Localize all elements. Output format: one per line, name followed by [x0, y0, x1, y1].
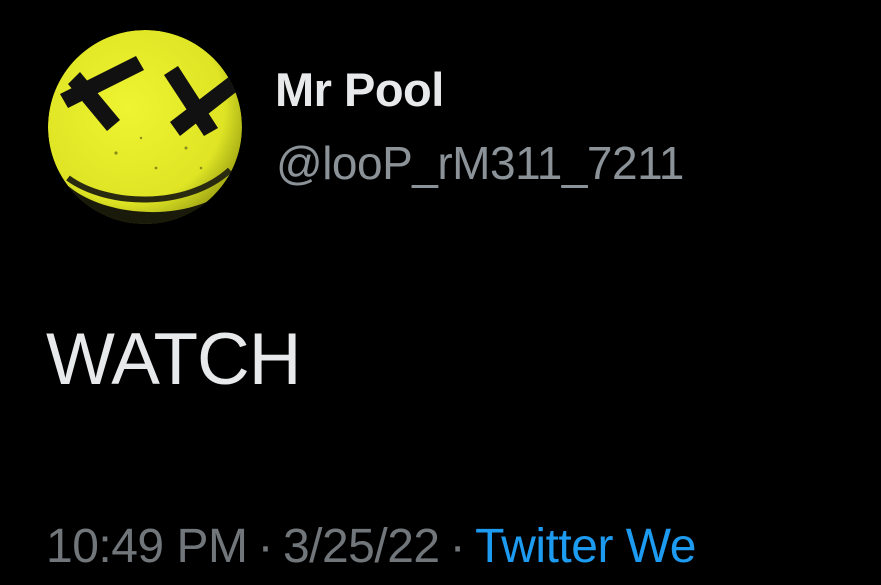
user-handle[interactable]: @looP_rM311_7211: [276, 140, 684, 186]
tweet-source-link[interactable]: Twitter We: [475, 520, 696, 573]
tweet-time: 10:49 PM: [46, 520, 248, 573]
display-name[interactable]: Mr Pool: [275, 66, 444, 113]
smiley-avatar-icon: [48, 30, 242, 224]
tweet-date: 3/25/22: [282, 520, 440, 573]
tweet-text: WATCH: [46, 319, 301, 400]
meta-separator: ·: [257, 520, 273, 573]
tweet-meta: 10:49 PM · 3/25/22 · Twitter We: [46, 523, 696, 571]
meta-separator: ·: [449, 520, 466, 573]
avatar[interactable]: [46, 28, 244, 226]
tweet-detail: Mr Pool @looP_rM311_7211 WATCH 10:49 PM ·…: [0, 0, 881, 585]
